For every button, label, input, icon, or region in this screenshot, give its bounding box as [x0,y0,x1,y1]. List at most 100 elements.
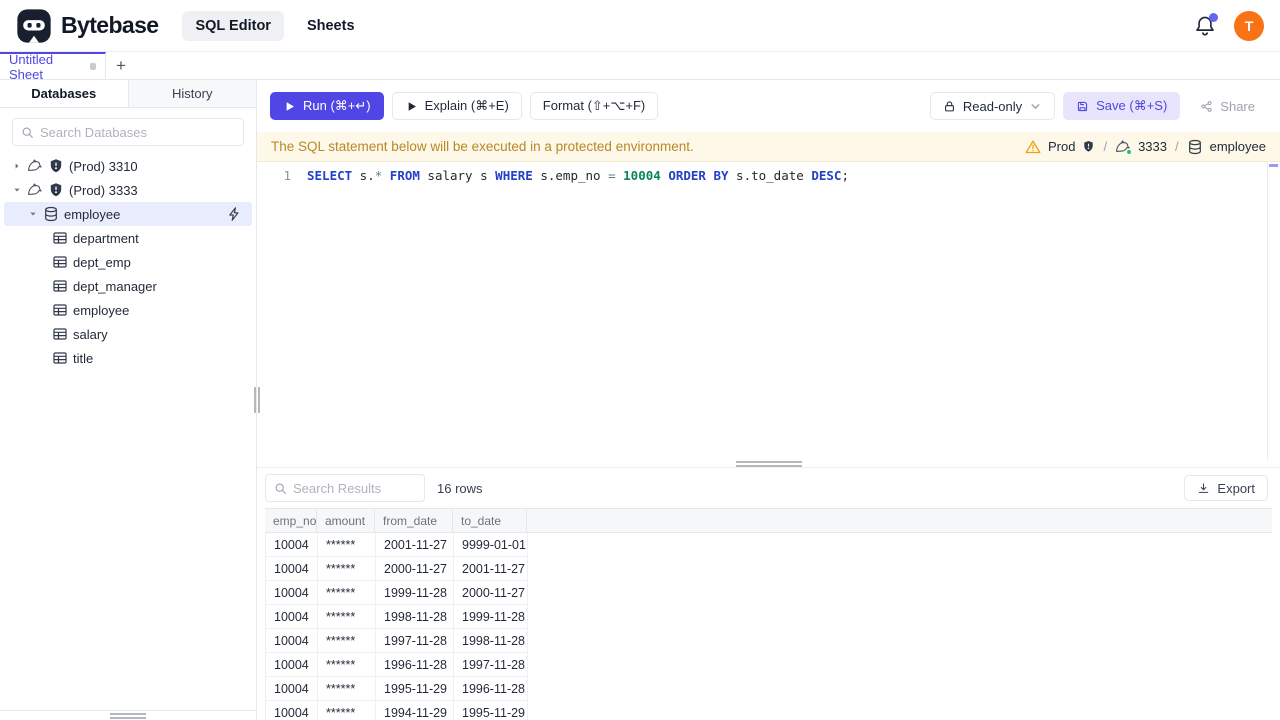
table-cell[interactable]: ****** [318,605,376,628]
table-cell[interactable]: ****** [318,629,376,652]
caret-down-icon [28,209,38,219]
run-button[interactable]: Run (⌘+↵) [270,92,384,120]
table-cell[interactable]: 1999-11-28 [376,581,454,604]
tree-item-table-dept-emp[interactable]: dept_emp [4,250,252,274]
sql-token-plain: salary s [419,168,496,183]
tree-item-instance-prod-3333[interactable]: (Prod) 3333 [4,178,252,202]
row-count: 16 rows [437,480,483,496]
table-cell[interactable]: ****** [318,653,376,676]
notifications-button[interactable] [1194,12,1218,37]
table-cell[interactable]: 1997-11-28 [454,653,528,676]
drag-handle-horizontal[interactable] [735,461,802,467]
table-cell[interactable]: 1998-11-28 [454,629,528,652]
table-row[interactable]: 10004 ****** 1996-11-28 1997-11-28 [265,653,528,677]
table-cell[interactable]: 10004 [266,605,318,628]
table-cell[interactable]: 2000-11-27 [454,581,528,604]
sidebar-resize-handle[interactable] [254,387,260,413]
table-cell[interactable]: ****** [318,557,376,580]
database-label[interactable]: employee [1210,139,1266,154]
tab-databases[interactable]: Databases [0,80,128,108]
table-cell[interactable]: 1996-11-28 [376,653,454,676]
table-cell[interactable]: 2001-11-27 [376,533,454,556]
explain-button[interactable]: Explain (⌘+E) [391,92,522,120]
table-cell[interactable]: 9999-01-01 [454,533,528,556]
export-button[interactable]: Export [1184,475,1268,501]
add-sheet-button[interactable]: + [106,52,136,79]
search-icon [274,482,287,495]
results-panel-divider [257,460,1280,468]
table-cell[interactable]: 10004 [266,581,318,604]
tree-item-table-department[interactable]: department [4,226,252,250]
table-row[interactable]: 10004 ****** 2001-11-27 9999-01-01 [265,533,528,557]
tree-item-database-employee[interactable]: employee [4,202,252,226]
share-button[interactable]: Share [1188,92,1267,120]
table-cell[interactable]: 10004 [266,557,318,580]
table-row[interactable]: 10004 ****** 1995-11-29 1996-11-28 [265,677,528,701]
avatar[interactable]: T [1234,10,1264,41]
environment-label[interactable]: Prod [1048,139,1075,154]
table-row[interactable]: 10004 ****** 1999-11-28 2000-11-27 [265,581,528,605]
tree-item-table-employee[interactable]: employee [4,298,252,322]
table-cell[interactable]: 1997-11-28 [376,629,454,652]
table-cell[interactable]: 1995-11-29 [454,701,528,720]
tree-item-label: dept_emp [73,254,131,270]
breadcrumb-separator: / [1175,139,1179,154]
table-row[interactable]: 10004 ****** 1997-11-28 1998-11-28 [265,629,528,653]
sql-token-plain [616,168,624,183]
top-bar: Bytebase SQL Editor Sheets T [0,0,1280,52]
tree-item-table-salary[interactable]: salary [4,322,252,346]
table-cell[interactable]: ****** [318,701,376,720]
table-cell[interactable]: 10004 [266,677,318,700]
nav-sql-editor[interactable]: SQL Editor [182,10,284,41]
table-cell[interactable]: 10004 [266,629,318,652]
readonly-label: Read-only [962,98,1023,114]
column-header-amount[interactable]: amount [317,509,375,532]
mysql-icon [27,182,43,198]
instance-label[interactable]: 3333 [1138,139,1167,154]
search-results-input[interactable] [293,480,416,496]
column-header-emp_no[interactable]: emp_no [265,509,317,532]
table-cell[interactable]: 1995-11-29 [376,677,454,700]
editor-minimap[interactable] [1267,162,1280,460]
format-button-label: Format (⇧+⌥+F) [542,98,646,113]
readonly-mode-dropdown[interactable]: Read-only [929,92,1056,120]
table-icon [52,278,68,294]
table-row[interactable]: 10004 ****** 1998-11-28 1999-11-28 [265,605,528,629]
bolt-icon [226,206,242,222]
column-header-from_date[interactable]: from_date [375,509,453,532]
drag-handle-horizontal[interactable] [110,712,146,719]
table-cell[interactable]: 10004 [266,653,318,676]
table-cell[interactable]: 10004 [266,533,318,556]
sheet-tab-bar: Untitled Sheet + [0,51,1280,82]
shield-icon [48,182,64,198]
table-cell[interactable]: 1994-11-29 [376,701,454,720]
sheet-tab-label: Untitled Sheet [9,51,54,82]
table-cell[interactable]: ****** [318,677,376,700]
bytebase-logo[interactable]: Bytebase [16,8,159,44]
table-cell[interactable]: 2001-11-27 [454,557,528,580]
tree-item-table-dept-manager[interactable]: dept_manager [4,274,252,298]
results-controls: 16 rows Export [257,468,1280,508]
nav-sheets[interactable]: Sheets [294,11,368,41]
table-cell[interactable]: 2000-11-27 [376,557,454,580]
table-cell[interactable]: 1999-11-28 [454,605,528,628]
sql-token-plain: s.emp_no [532,168,609,183]
tree-item-instance-prod-3310[interactable]: (Prod) 3310 [4,154,252,178]
table-cell[interactable]: ****** [318,533,376,556]
table-row[interactable]: 10004 ****** 1994-11-29 1995-11-29 [265,701,528,720]
sheet-tab-untitled[interactable]: Untitled Sheet [0,51,106,82]
table-cell[interactable]: ****** [318,581,376,604]
search-databases-input[interactable] [40,124,235,140]
database-icon [1187,139,1203,155]
table-row[interactable]: 10004 ****** 2000-11-27 2001-11-27 [265,557,528,581]
column-header-to_date[interactable]: to_date [453,509,527,532]
tree-item-label: employee [73,302,130,318]
save-button[interactable]: Save (⌘+S) [1063,92,1181,120]
table-cell[interactable]: 1996-11-28 [454,677,528,700]
table-cell[interactable]: 1998-11-28 [376,605,454,628]
tree-item-table-title[interactable]: title [4,346,252,370]
sql-editor[interactable]: 1 SELECT s.* FROM salary s WHERE s.emp_n… [257,162,1280,460]
format-button[interactable]: Format (⇧+⌥+F) [529,92,659,120]
table-cell[interactable]: 10004 [266,701,318,720]
tab-history[interactable]: History [127,80,256,108]
